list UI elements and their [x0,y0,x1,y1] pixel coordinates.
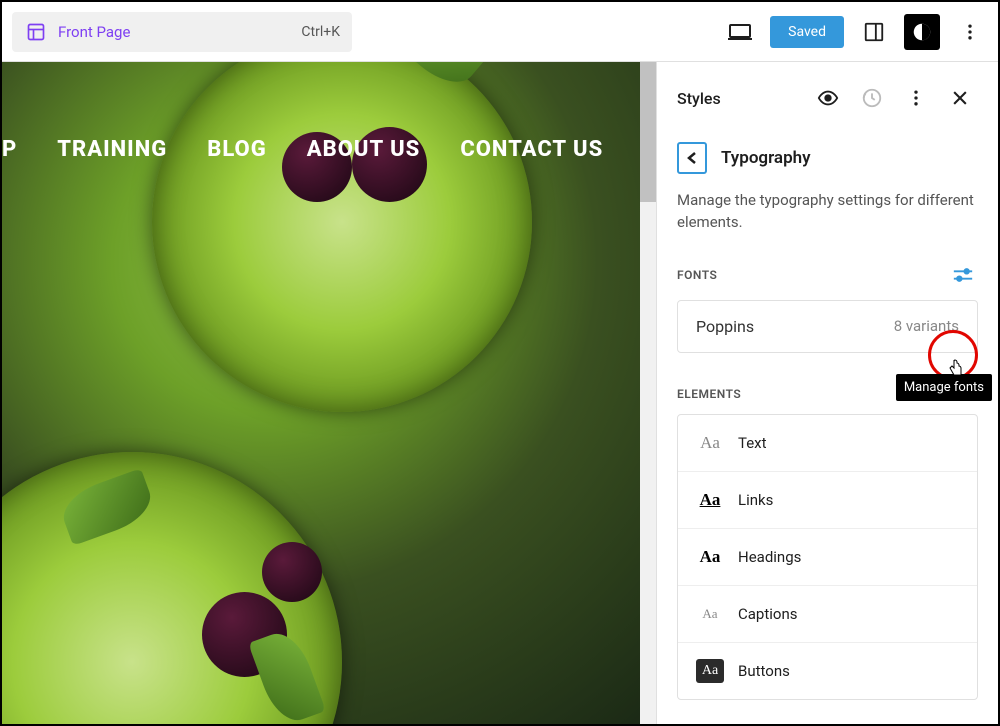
back-button[interactable] [677,142,707,174]
elements-list: Aa Text Aa Links Aa Headings Aa Captions… [677,414,978,700]
element-links[interactable]: Aa Links [678,472,977,529]
sidebar-toggle-button[interactable] [856,14,892,50]
close-sidebar-button[interactable] [942,80,978,116]
manage-fonts-button[interactable] [948,260,978,290]
element-headings[interactable]: Aa Headings [678,529,977,586]
styles-button[interactable] [904,14,940,50]
layout-icon [24,20,48,44]
sidebar-more-button[interactable] [898,80,934,116]
nav-item[interactable]: ABOUT US [307,137,421,162]
links-icon: Aa [696,488,724,512]
canvas-scrollbar[interactable] [640,62,656,724]
editor-topbar: Front Page Ctrl+K Saved [2,2,998,62]
styles-sidebar: Styles Typography Manage the typography … [656,62,998,724]
element-captions[interactable]: Aa Captions [678,586,977,643]
fonts-label: FONTS [677,268,717,282]
element-text[interactable]: Aa Text [678,415,977,472]
sidebar-title: Styles [677,89,802,108]
section-title: Typography [721,148,811,168]
save-button[interactable]: Saved [770,16,844,48]
shortcut-hint: Ctrl+K [301,24,340,40]
more-menu-button[interactable] [952,14,988,50]
nav-item[interactable]: P [2,137,17,162]
headings-icon: Aa [696,545,724,569]
page-title: Front Page [58,23,301,41]
nav-item[interactable]: CONTACT US [460,137,603,162]
font-card[interactable]: Poppins 8 variants [677,300,978,353]
nav-item[interactable]: BLOG [207,137,267,162]
text-icon: Aa [696,431,724,455]
section-description: Manage the typography settings for diffe… [657,184,998,256]
style-book-button[interactable] [810,80,846,116]
font-name: Poppins [696,317,754,336]
manage-fonts-tooltip: Manage fonts [896,374,992,401]
captions-icon: Aa [696,602,724,626]
revisions-button[interactable] [854,80,890,116]
buttons-icon: Aa [696,659,724,683]
page-selector[interactable]: Front Page Ctrl+K [12,12,352,52]
element-buttons[interactable]: Aa Buttons [678,643,977,699]
site-nav: P TRAINING BLOG ABOUT US CONTACT US [2,137,656,162]
elements-label: ELEMENTS [677,387,741,401]
nav-item[interactable]: TRAINING [57,137,167,162]
editor-canvas[interactable]: P TRAINING BLOG ABOUT US CONTACT US [2,62,656,724]
font-variants: 8 variants [894,317,959,335]
device-preview-button[interactable] [722,14,758,50]
